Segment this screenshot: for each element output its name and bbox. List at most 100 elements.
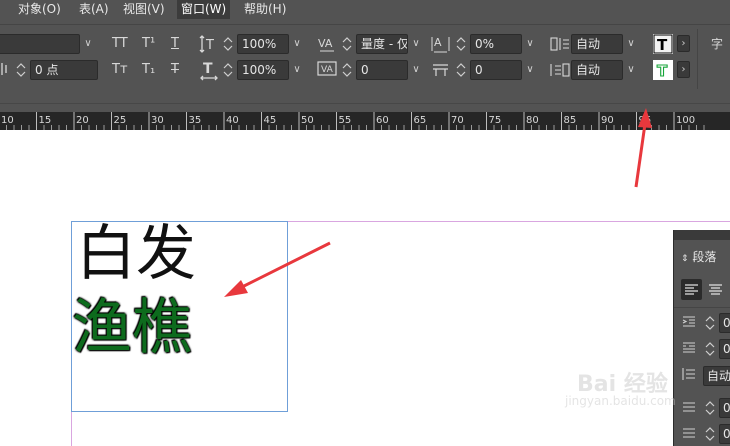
control-panel: ∨ 0 点 TT T¹ T Tт T₁ T T 100% ∨ T 100% ∨ … [0,19,730,118]
chevron-down-icon[interactable]: ∨ [289,34,305,54]
divider [697,29,698,89]
menu-help[interactable]: 帮助(H) [244,2,286,17]
ruler-label: 25 [113,115,127,126]
chevron-right-icon[interactable]: › [677,35,690,52]
space-after-icon [681,426,697,442]
vertical-scale-field[interactable]: 100% [237,34,289,54]
superscript-icon[interactable]: T¹ [142,35,155,53]
leading-auto-field[interactable]: 自动 [571,34,623,54]
left-indent-field[interactable]: 0 [719,313,730,333]
chevron-down-icon[interactable]: ∨ [408,60,424,80]
kerning-icon: VA [317,34,339,54]
ruler-label: 15 [38,115,52,126]
spacing-field[interactable]: 0 [470,60,522,80]
char-panel-label[interactable]: 字 [711,35,723,53]
skew-stepper[interactable] [340,60,354,80]
text-fill-black-icon[interactable]: T [653,34,673,54]
baseline-shift-field[interactable]: 0 点 [30,60,98,80]
ruler-label: 60 [376,115,389,126]
space-after-stepper[interactable] [703,424,717,444]
tracking-stepper[interactable] [454,34,468,54]
watermark-url: jingyan.baidu.com [565,394,676,408]
ruler-label: 85 [563,115,577,126]
ruler-label: 40 [226,115,239,126]
ruler-label: 10 [1,115,14,126]
paragraph-panel-title[interactable]: ⇕ 段落 [681,249,716,267]
ruler-label: 55 [338,115,352,126]
align-left-button[interactable] [681,279,702,300]
strikethrough-icon[interactable]: T [171,61,179,79]
ruler-label: 90 [601,115,614,126]
tracking-field[interactable]: 0% [470,34,522,54]
svg-text:T: T [203,61,213,77]
spacing-stepper[interactable] [454,60,468,80]
svg-text:VA: VA [318,37,333,50]
margin-guide-horizontal [288,221,730,222]
divider [674,307,730,308]
ruler-label: 65 [413,115,427,126]
underline-icon[interactable]: T [171,35,179,53]
menu-bar: 对象(O) 表(A) 视图(V) 窗口(W) 帮助(H) [0,0,730,19]
updown-icon: ⇕ [681,254,689,264]
text-line-2-stroked[interactable]: 渔樵 [72,292,192,364]
menu-table[interactable]: 表(A) [79,2,109,17]
divider [0,24,730,25]
text-stroke-green-icon[interactable]: T [653,60,673,80]
menu-view[interactable]: 视图(V) [123,2,165,17]
skew-field[interactable]: 0 [356,60,408,80]
left-indent-icon [681,314,697,330]
small-caps-icon[interactable]: Tт [112,61,128,79]
svg-text:T: T [657,62,668,80]
divider [0,103,730,104]
ruler-label: 75 [488,115,502,126]
ruler-label: 30 [151,115,164,126]
baseline-shift-stepper[interactable] [14,60,28,80]
chevron-down-icon[interactable]: ∨ [623,60,639,80]
font-family-field[interactable] [0,34,80,54]
svg-text:T: T [205,38,214,53]
paragraph-title-label: 段落 [692,250,717,264]
chevron-down-icon[interactable]: ∨ [289,60,305,80]
first-line-indent-field[interactable]: 0 [719,339,730,359]
chevron-down-icon[interactable]: ∨ [408,34,424,54]
baseline-shift-icon [0,59,10,79]
chevron-down-icon[interactable]: ∨ [522,34,538,54]
ruler-label: 50 [301,115,314,126]
watermark: Bai 经验 jingyan.baidu.com [555,360,715,420]
spacing-icon [431,59,451,81]
left-indent-stepper[interactable] [703,313,717,333]
kerning-stepper[interactable] [340,34,354,54]
skew-icon: VA [317,59,339,79]
vertical-scale-stepper[interactable] [221,34,235,54]
chevron-down-icon[interactable]: ∨ [80,34,96,54]
ruler-label: 45 [263,115,277,126]
leading-auto-field-2[interactable]: 自动 [571,60,623,80]
ruler-label: 95 [638,115,652,126]
subscript-icon[interactable]: T₁ [142,61,155,79]
ruler-label: 80 [526,115,539,126]
first-line-indent-stepper[interactable] [703,339,717,359]
ruler-ticks [6,112,705,130]
space-after-field[interactable]: 0 [719,424,730,444]
ruler-label: 35 [188,115,202,126]
space-before-field[interactable]: 0 [719,398,730,418]
menu-object[interactable]: 对象(O) [18,2,61,17]
horizontal-scale-field[interactable]: 100% [237,60,289,80]
svg-text:VA: VA [321,65,334,75]
menu-window[interactable]: 窗口(W) [177,0,231,19]
chevron-down-icon[interactable]: ∨ [522,60,538,80]
leading-icon [549,33,571,55]
kerning-field[interactable]: 量度 - 仅 [356,34,408,54]
align-center-button[interactable] [705,279,726,300]
all-caps-icon[interactable]: TT [112,35,128,53]
grid-leading-icon [549,59,571,81]
panel-header-bar [674,230,730,240]
chevron-right-icon[interactable]: › [677,61,690,78]
horizontal-scale-stepper[interactable] [221,60,235,80]
horizontal-scale-icon: T [199,59,219,81]
chevron-down-icon[interactable]: ∨ [623,34,639,54]
horizontal-ruler[interactable]: 10 15 20 25 30 35 40 45 50 55 60 65 70 75 80 85 90 95 100 [0,112,730,130]
svg-text:A: A [434,36,442,49]
svg-text:T: T [657,36,668,54]
text-line-1[interactable]: 白发 [76,218,196,290]
